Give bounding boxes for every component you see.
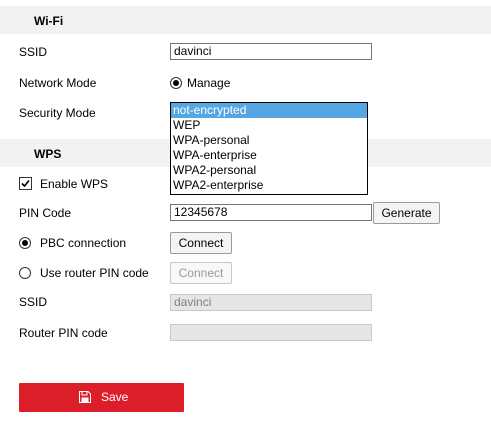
enable-wps-checkbox[interactable]: [19, 177, 32, 190]
security-mode-label: Security Mode: [19, 106, 96, 120]
security-mode-option[interactable]: WPA2-enterprise: [171, 178, 367, 193]
wifi-section-header: Wi-Fi: [0, 6, 491, 34]
security-mode-option[interactable]: not-encrypted: [171, 103, 367, 118]
wps-ssid-label: SSID: [19, 295, 48, 309]
floppy-disk-icon: [79, 391, 91, 403]
pbc-connection-radio[interactable]: [19, 237, 31, 249]
router-pin-code-input[interactable]: [170, 324, 372, 341]
checkmark-icon: [21, 179, 30, 188]
security-mode-option[interactable]: WEP: [171, 118, 367, 133]
connect-disabled-button[interactable]: Connect: [170, 262, 232, 284]
security-mode-option[interactable]: WPA-personal: [171, 133, 367, 148]
pin-code-input[interactable]: 12345678: [170, 204, 372, 221]
generate-button[interactable]: Generate: [373, 202, 440, 224]
pin-code-label: PIN Code: [19, 206, 72, 220]
security-mode-dropdown-list[interactable]: not-encrypted WEP WPA-personal WPA-enter…: [170, 102, 368, 195]
router-pin-radio[interactable]: [19, 267, 31, 279]
connect-button[interactable]: Connect: [170, 232, 232, 254]
security-mode-option[interactable]: WPA-enterprise: [171, 148, 367, 163]
wifi-section-title: Wi-Fi: [34, 14, 64, 28]
network-mode-manage-radio[interactable]: [170, 77, 182, 89]
network-mode-label: Network Mode: [19, 76, 97, 90]
save-button[interactable]: Save: [19, 383, 184, 412]
ssid-label: SSID: [19, 45, 48, 59]
network-mode-manage-label: Manage: [187, 76, 231, 90]
router-pin-label: Use router PIN code: [40, 266, 149, 280]
security-mode-option[interactable]: WPA2-personal: [171, 163, 367, 178]
wps-ssid-input[interactable]: davinci: [170, 294, 372, 311]
wps-section-title: WPS: [34, 147, 62, 161]
pbc-connection-label: PBC connection: [40, 236, 127, 250]
ssid-input[interactable]: davinci: [170, 43, 372, 60]
router-pin-code-label: Router PIN code: [19, 326, 108, 340]
save-label: Save: [101, 390, 129, 404]
enable-wps-label: Enable WPS: [40, 177, 109, 191]
